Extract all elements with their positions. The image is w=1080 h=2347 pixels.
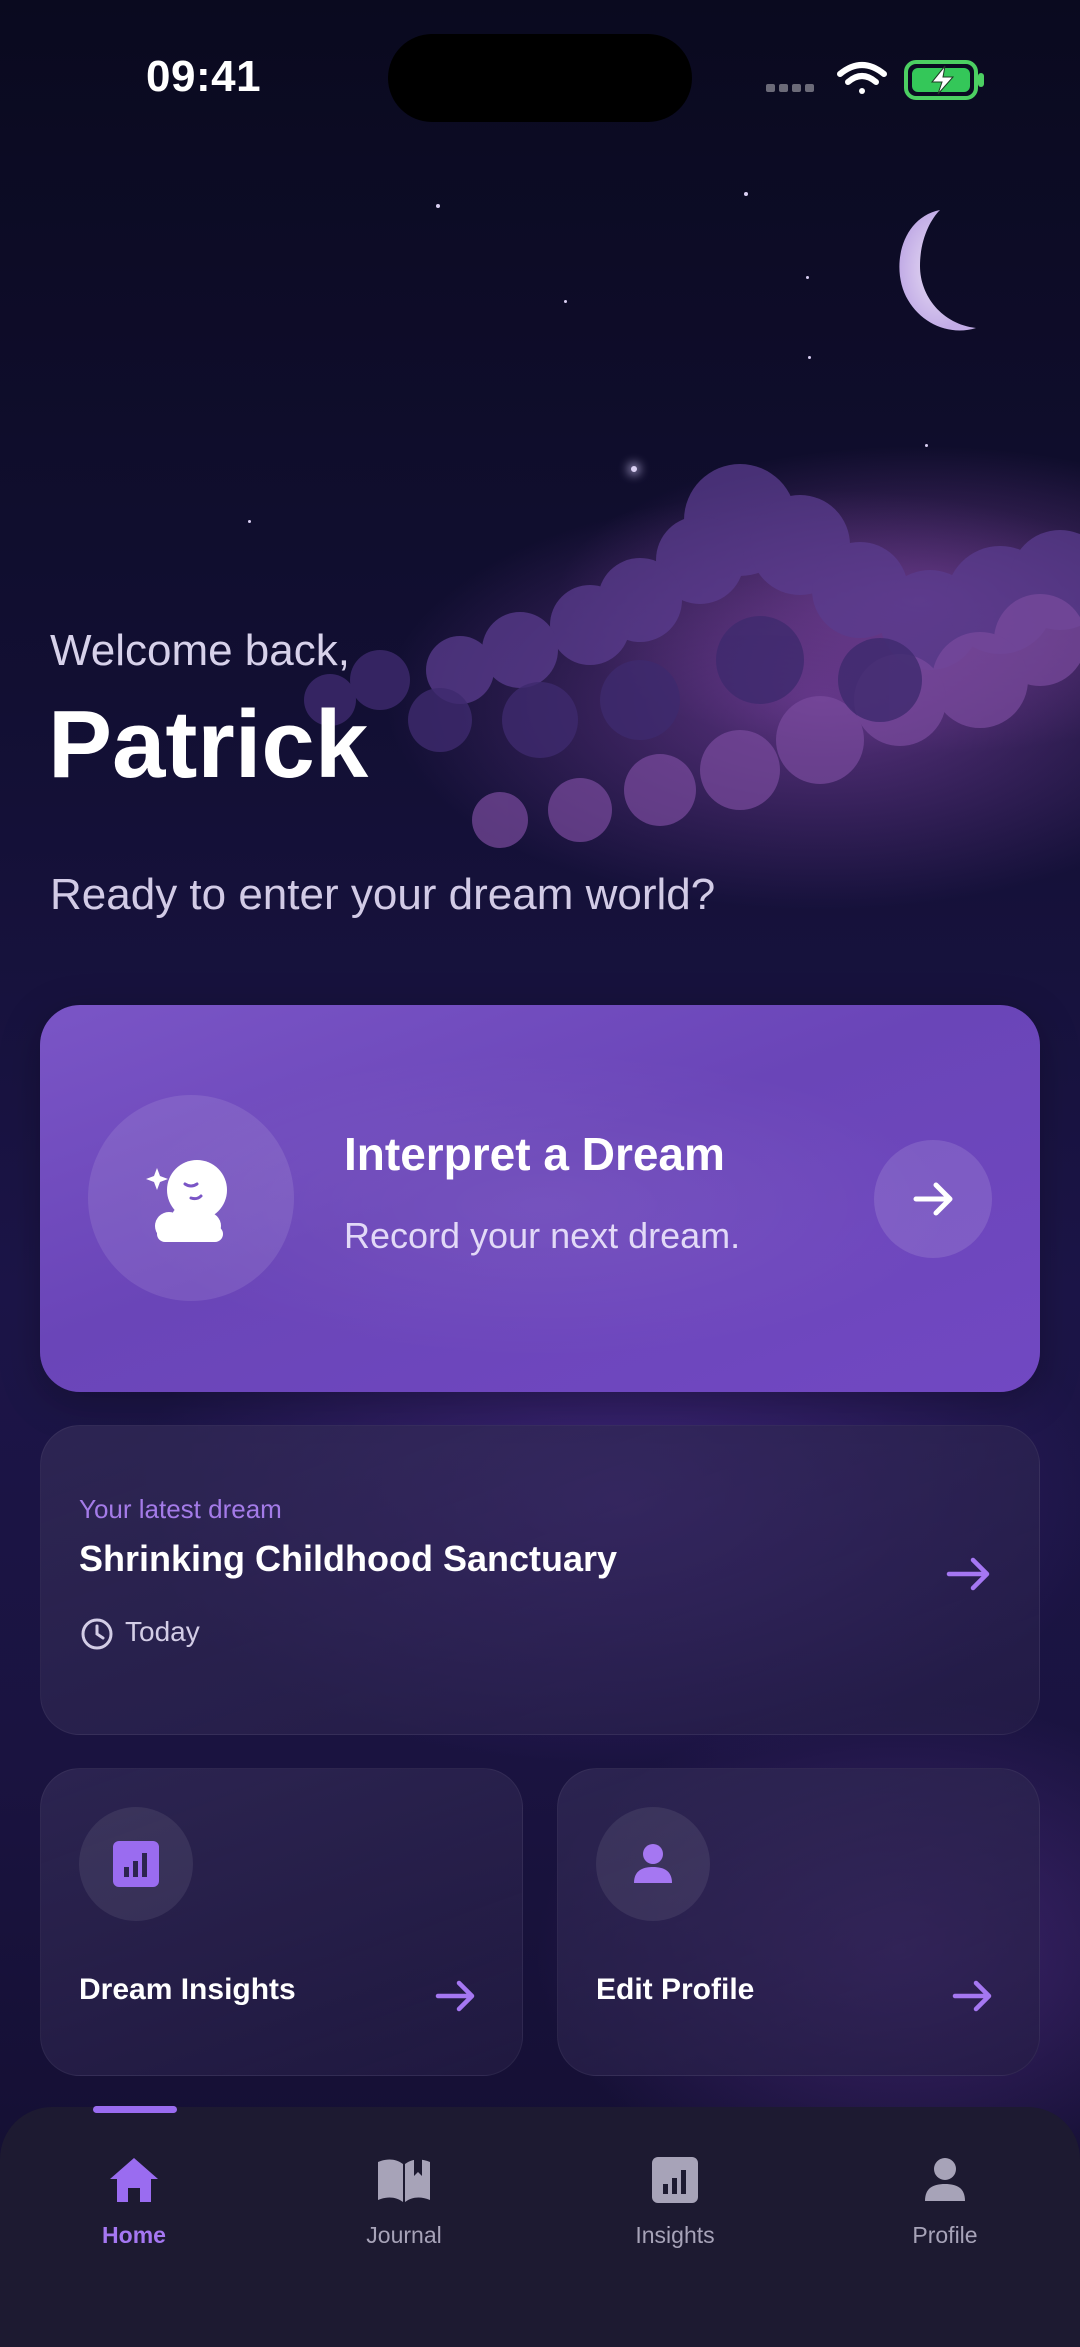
battery-charging-icon xyxy=(904,60,984,100)
book-icon xyxy=(378,2158,430,2202)
star xyxy=(808,356,811,359)
welcome-text: Welcome back, xyxy=(50,626,350,675)
dream-insights-card[interactable]: Dream Insights xyxy=(40,1768,523,2076)
bar-chart-icon xyxy=(113,1841,159,1887)
latest-dream-title: Shrinking Childhood Sanctuary xyxy=(79,1538,618,1579)
nav-item-journal[interactable]: Journal xyxy=(304,2150,504,2260)
latest-dream-card[interactable]: Your latest dream Shrinking Childhood Sa… xyxy=(40,1425,1040,1735)
home-icon xyxy=(110,2158,158,2202)
star xyxy=(806,276,809,279)
dream-insights-label: Dream Insights xyxy=(79,1973,296,2006)
latest-dream-label: Your latest dream xyxy=(79,1494,282,1524)
edit-profile-icon-circle xyxy=(596,1807,710,1921)
status-icons xyxy=(766,60,984,100)
arrow-right-icon xyxy=(913,1182,953,1216)
edit-profile-card[interactable]: Edit Profile xyxy=(557,1768,1040,2076)
person-icon xyxy=(925,2158,965,2201)
clock-icon xyxy=(81,1618,113,1650)
nav-label-journal: Journal xyxy=(366,2222,442,2248)
interpret-icon-circle xyxy=(88,1095,294,1301)
nav-item-home[interactable]: Home xyxy=(34,2150,234,2260)
crescent-moon-icon xyxy=(899,210,976,331)
star xyxy=(436,204,440,208)
arrow-right-icon[interactable] xyxy=(943,1548,995,1600)
nav-label-profile: Profile xyxy=(912,2222,978,2248)
dream-insights-icon-circle xyxy=(79,1807,193,1921)
status-time: 09:41 xyxy=(146,52,262,101)
nav-item-insights[interactable]: Insights xyxy=(575,2150,775,2260)
star xyxy=(744,192,748,196)
nav-label-insights: Insights xyxy=(635,2222,715,2248)
wifi-icon xyxy=(837,62,887,94)
arrow-right-icon xyxy=(952,1980,992,2012)
interpret-subtitle: Record your next dream. xyxy=(344,1215,741,1256)
latest-dream-date: Today xyxy=(125,1616,200,1647)
interpret-title: Interpret a Dream xyxy=(344,1128,725,1180)
nav-label-home: Home xyxy=(102,2222,166,2248)
interpret-dream-card[interactable]: Interpret a Dream Record your next dream… xyxy=(40,1005,1040,1392)
person-icon xyxy=(634,1844,672,1883)
star xyxy=(631,466,637,472)
nav-item-profile[interactable]: Profile xyxy=(845,2150,1045,2260)
edit-profile-label: Edit Profile xyxy=(596,1973,755,2006)
greeting-subtitle: Ready to enter your dream world? xyxy=(50,870,716,919)
dynamic-island xyxy=(388,34,692,122)
star xyxy=(925,444,928,447)
clouds-illustration xyxy=(304,464,1080,848)
bar-chart-icon xyxy=(652,2157,698,2203)
user-name: Patrick xyxy=(48,691,369,798)
sleeping-moon-cloud-icon xyxy=(146,1160,227,1242)
cellular-signal-icon xyxy=(766,84,814,92)
interpret-arrow-button[interactable] xyxy=(874,1140,992,1258)
active-tab-indicator xyxy=(93,2106,177,2113)
star xyxy=(248,520,251,523)
star xyxy=(564,300,567,303)
arrow-right-icon xyxy=(435,1980,475,2012)
